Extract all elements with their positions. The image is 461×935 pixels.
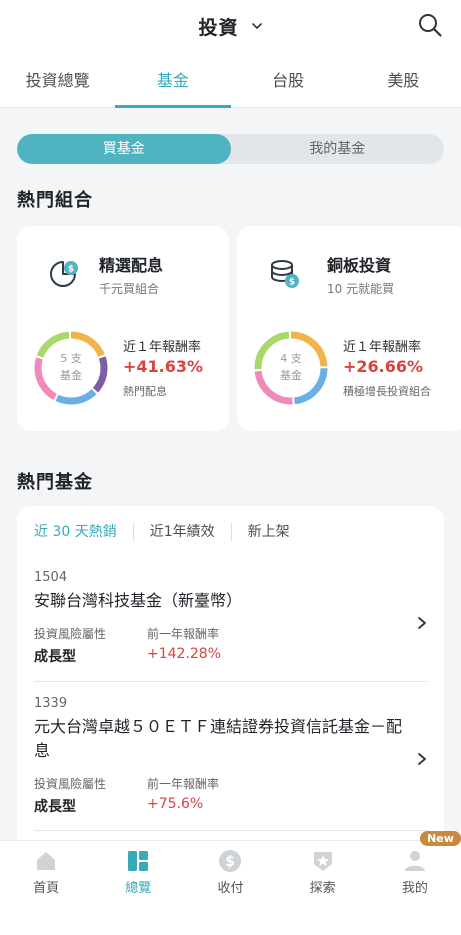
- fund-return: 前一年報酬率 +142.28%: [147, 625, 260, 666]
- hot-funds-title: 熱門基金: [17, 472, 93, 493]
- fund-meta: 投資風險屬性 成長型 前一年報酬率 +75.6%: [34, 775, 427, 816]
- filter-tab-30day-hot[interactable]: 近 30 天熱銷: [34, 523, 133, 541]
- nav-label: 收付: [217, 881, 244, 896]
- svg-text:$: $: [289, 278, 295, 288]
- chevron-down-icon[interactable]: [251, 20, 263, 32]
- fund-count: 4 支: [280, 352, 302, 365]
- fund-risk: 投資風險屬性 成長型: [34, 775, 147, 816]
- title-row[interactable]: 投資: [0, 10, 461, 42]
- chevron-right-icon[interactable]: [417, 752, 427, 766]
- donut-center-label: 5 支 基金: [33, 350, 109, 384]
- profile-icon: [404, 851, 425, 871]
- fund-list-item[interactable]: 1339 元大台灣卓越５０ＥＴＦ連結證券投資信託基金－配息 投資風險屬性 成長型…: [34, 696, 427, 816]
- fund-list-item[interactable]: 1504 安聯台灣科技基金（新臺幣） 投資風險屬性 成長型 前一年報酬率 +14…: [34, 570, 427, 666]
- page-title[interactable]: 投資: [198, 13, 238, 40]
- chevron-right-icon[interactable]: [417, 616, 427, 630]
- fund-meta: 投資風險屬性 成長型 前一年報酬率 +142.28%: [34, 625, 427, 666]
- portfolio-name: 精選配息: [99, 256, 164, 275]
- return-value: +75.6%: [147, 796, 204, 812]
- hot-funds-filter-tabs: 近 30 天熱銷 近1年績效 新上架: [34, 522, 306, 542]
- fund-code: 1504: [34, 570, 68, 585]
- pie-chart-dollar-icon: $: [50, 261, 78, 287]
- my-funds-segment[interactable]: 我的基金: [231, 134, 445, 164]
- main-tabs: 投資總覽 基金 台股 美股: [0, 60, 461, 108]
- portfolio-description: 熱門配息: [123, 385, 167, 398]
- new-badge: New: [420, 831, 461, 846]
- overview-icon: [128, 851, 149, 871]
- nav-payments[interactable]: $ 收付: [184, 841, 276, 935]
- nav-overview[interactable]: 總覽: [92, 841, 184, 935]
- nav-label: 我的: [401, 881, 428, 896]
- divider: [34, 681, 427, 682]
- risk-value: 成長型: [34, 649, 76, 665]
- return-label: 近１年報酬率: [343, 340, 422, 355]
- tab-funds[interactable]: 基金: [115, 60, 231, 108]
- risk-label: 投資風險屬性: [34, 627, 107, 641]
- filter-tab-new-listings[interactable]: 新上架: [230, 523, 306, 541]
- fund-risk: 投資風險屬性 成長型: [34, 625, 147, 666]
- tab-us-stocks[interactable]: 美股: [346, 60, 461, 107]
- nav-explore[interactable]: 探索: [277, 841, 369, 935]
- fund-name: 元大台灣卓越５０ＥＴＦ連結證券投資信託基金－配息: [34, 717, 403, 760]
- risk-value: 成長型: [34, 799, 76, 815]
- portfolio-card-coin[interactable]: $ 銅板投資 10 元就能買 4 支 基金 近１年報酬率 +26.66% 積極增…: [237, 226, 461, 431]
- nav-label: 首頁: [33, 881, 60, 896]
- tab-tw-stocks[interactable]: 台股: [231, 60, 346, 107]
- portfolio-name: 銅板投資: [327, 256, 392, 275]
- nav-label: 總覽: [125, 881, 152, 896]
- home-icon: [37, 852, 56, 870]
- bottom-nav: 首頁 總覽 $ 收付 探索 New 我的: [0, 831, 461, 935]
- return-value: +26.66%: [343, 357, 424, 376]
- fund-name: 安聯台灣科技基金（新臺幣）: [34, 591, 243, 610]
- fund-return: 前一年報酬率 +75.6%: [147, 775, 260, 816]
- portfolio-card-income[interactable]: $ 精選配息 千元買組合 5 支 基金 近１年報酬率 +41.63% 熱門配息: [17, 226, 229, 431]
- top-header: 投資 投資總覽 基金 台股 美股: [0, 0, 461, 108]
- risk-label: 投資風險屬性: [34, 777, 107, 791]
- fund-segment-control: 買基金 我的基金: [17, 134, 444, 164]
- divider: [34, 830, 427, 831]
- portfolio-description: 積極增長投資組合: [343, 385, 431, 398]
- nav-home[interactable]: 首頁: [0, 841, 92, 935]
- tab-overview[interactable]: 投資總覽: [0, 60, 115, 107]
- svg-text:$: $: [226, 854, 236, 870]
- search-icon[interactable]: [417, 12, 443, 38]
- explore-icon: [313, 852, 332, 871]
- portfolio-subtitle: 10 元就能買: [327, 282, 395, 296]
- return-value: +142.28%: [147, 646, 222, 662]
- return-label: 前一年報酬率: [147, 627, 220, 641]
- hot-funds-card: 近 30 天熱銷 近1年績效 新上架 1504 安聯台灣科技基金（新臺幣） 投資…: [17, 506, 444, 846]
- fund-count-unit: 基金: [60, 369, 82, 382]
- return-value: +41.63%: [123, 357, 204, 376]
- coin-stack-dollar-icon: $: [271, 260, 299, 288]
- buy-funds-segment[interactable]: 買基金: [17, 134, 231, 164]
- return-label: 近１年報酬率: [123, 340, 202, 355]
- dollar-icon: $: [219, 850, 242, 872]
- portfolio-subtitle: 千元買組合: [99, 282, 160, 296]
- return-label: 前一年報酬率: [147, 777, 220, 791]
- fund-count: 5 支: [60, 352, 82, 365]
- nav-profile[interactable]: New 我的: [369, 831, 461, 935]
- hot-portfolios-title: 熱門組合: [17, 190, 93, 211]
- filter-tab-1year-performance[interactable]: 近1年績效: [132, 523, 231, 541]
- donut-center-label: 4 支 基金: [253, 350, 329, 384]
- fund-code: 1339: [34, 696, 68, 711]
- nav-label: 探索: [309, 881, 336, 896]
- svg-text:$: $: [68, 265, 74, 275]
- fund-count-unit: 基金: [280, 369, 302, 382]
